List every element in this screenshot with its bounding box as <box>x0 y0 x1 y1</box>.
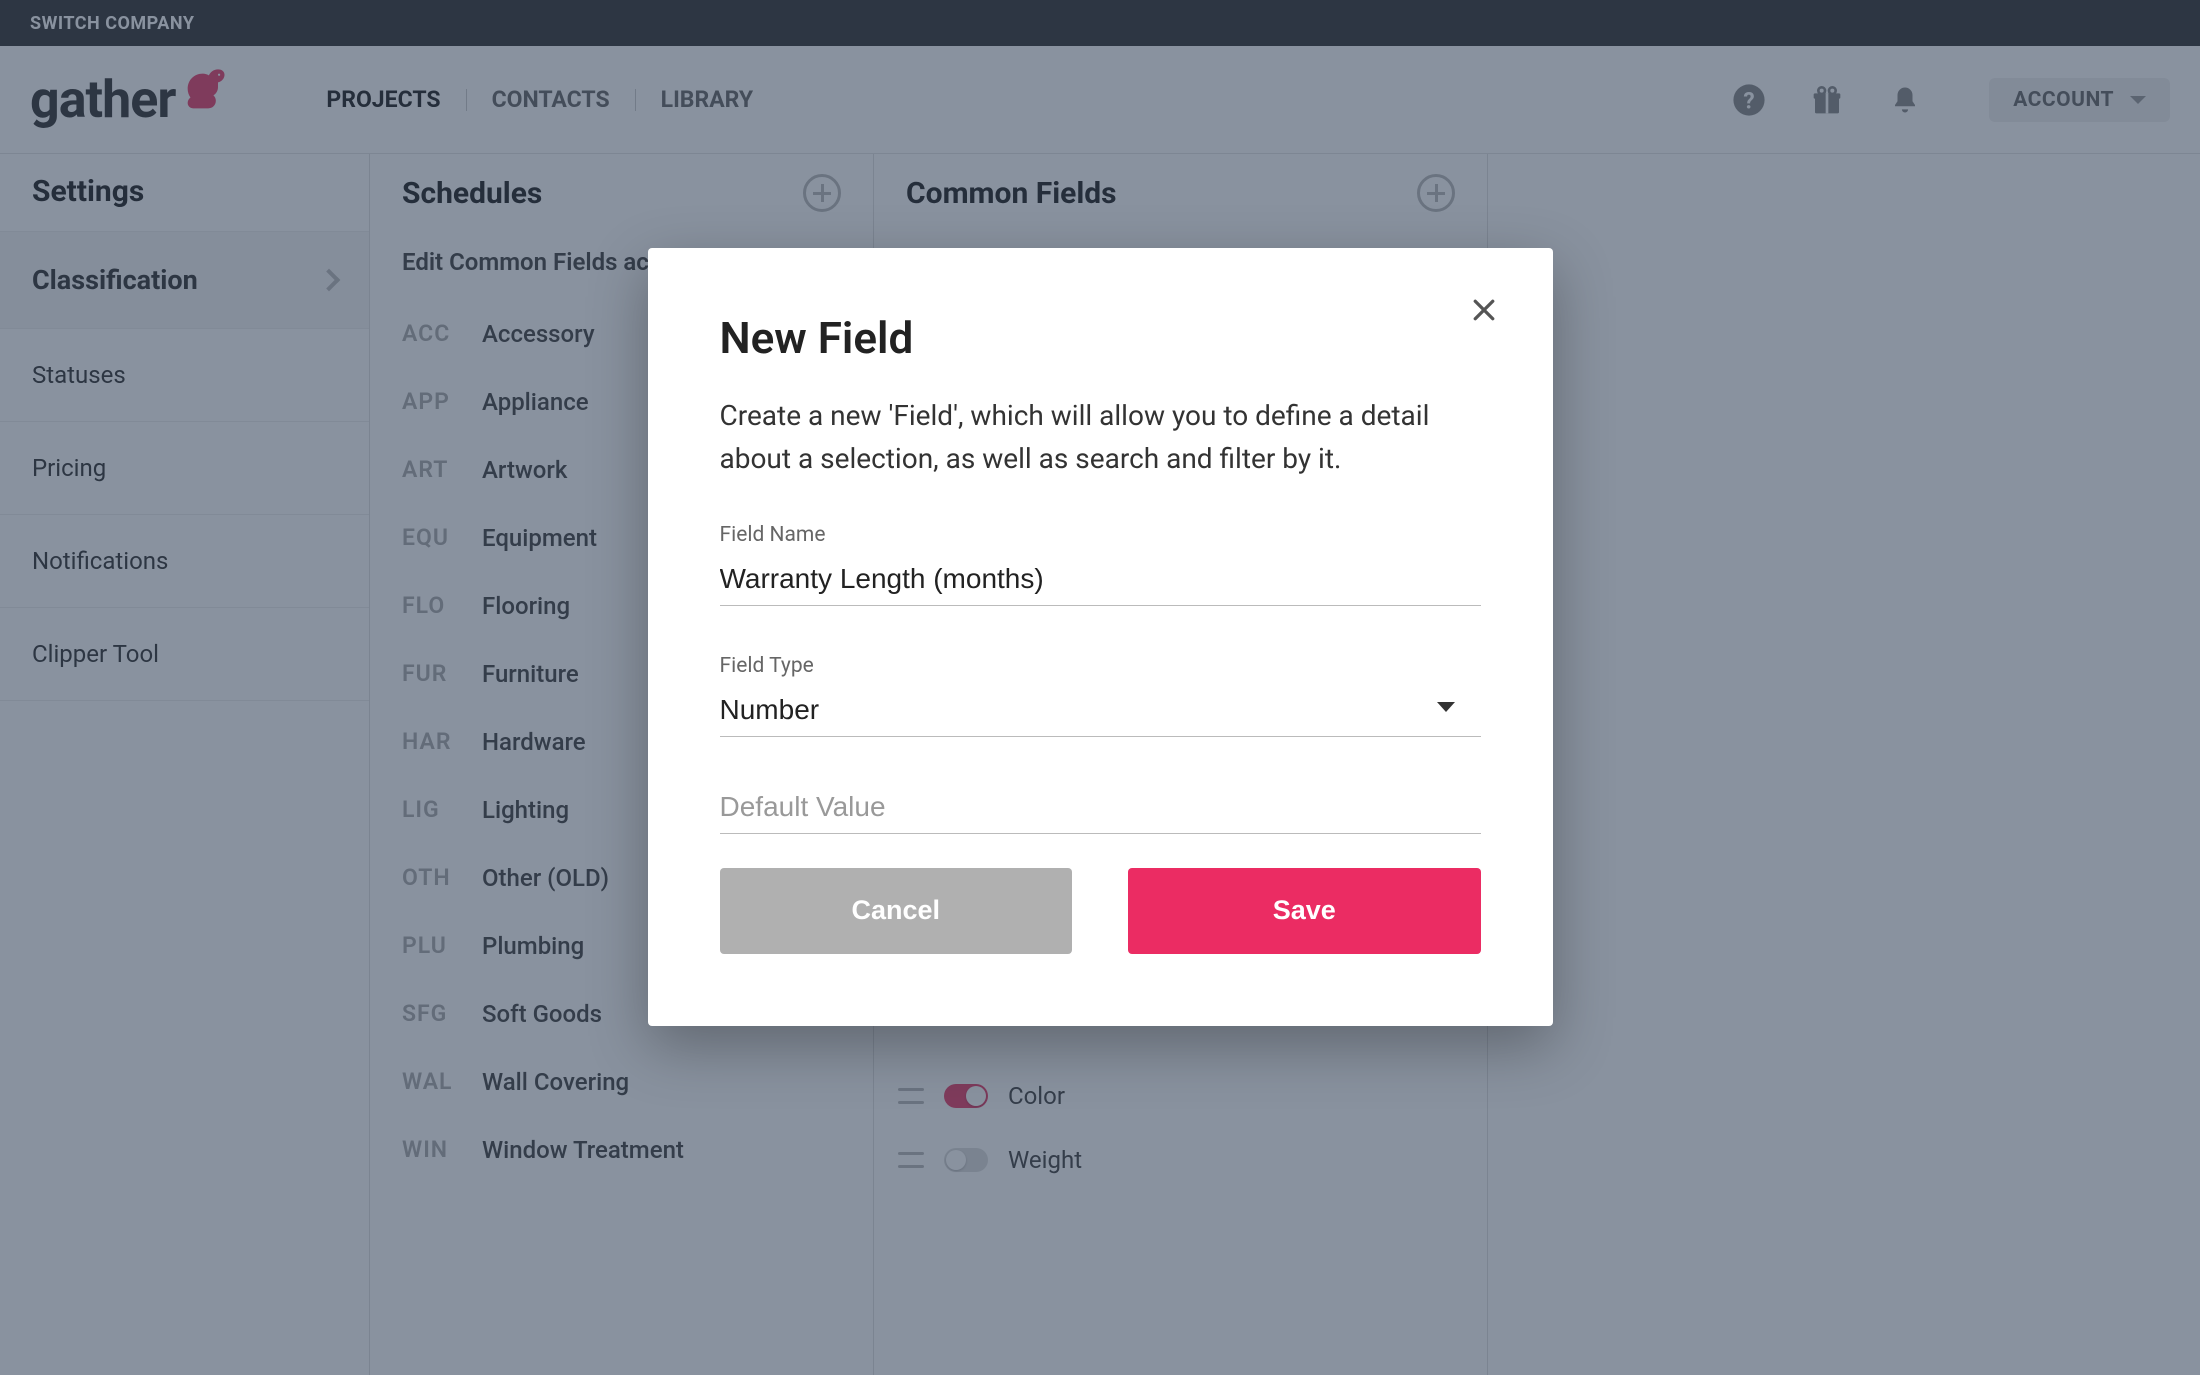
new-field-modal: New Field Create a new 'Field', which wi… <box>648 248 1553 1026</box>
close-icon <box>1469 295 1499 325</box>
field-name-input[interactable] <box>720 557 1481 606</box>
field-type-group: Field Type <box>720 654 1481 737</box>
field-type-label: Field Type <box>720 654 1481 678</box>
field-type-select[interactable] <box>720 688 1481 737</box>
close-button[interactable] <box>1469 294 1499 332</box>
modal-overlay[interactable]: New Field Create a new 'Field', which wi… <box>0 0 2200 1375</box>
field-type-value[interactable] <box>720 688 1481 737</box>
modal-title: New Field <box>720 312 1481 364</box>
field-name-group: Field Name <box>720 523 1481 606</box>
default-value-input[interactable] <box>720 785 1481 834</box>
save-button[interactable]: Save <box>1128 868 1481 954</box>
cancel-button[interactable]: Cancel <box>720 868 1073 954</box>
modal-buttons: Cancel Save <box>720 868 1481 954</box>
modal-description: Create a new 'Field', which will allow y… <box>720 394 1481 481</box>
default-value-group <box>720 785 1481 834</box>
field-name-label: Field Name <box>720 523 1481 547</box>
